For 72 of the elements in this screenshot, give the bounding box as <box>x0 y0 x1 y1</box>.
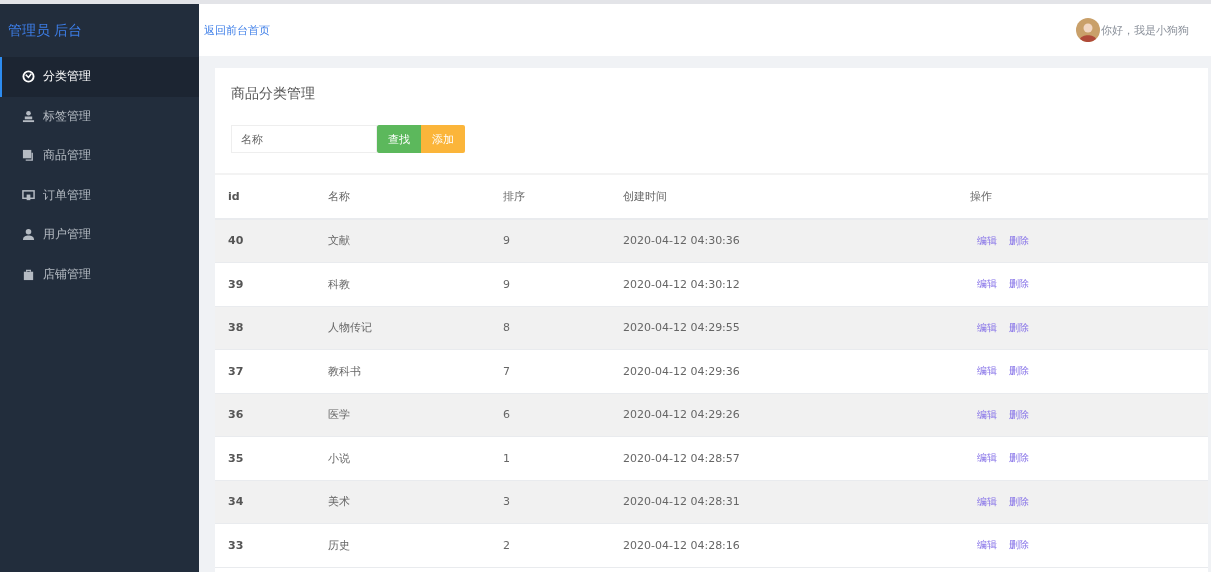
delete-link[interactable]: 删除 <box>1009 320 1029 335</box>
table-cell-text: 人物传记 <box>328 320 373 336</box>
delete-link[interactable]: 删除 <box>1009 407 1029 422</box>
table-cell-text: 1 <box>503 451 511 465</box>
edit-link[interactable]: 编辑 <box>977 494 997 509</box>
refresh-icon <box>22 70 35 84</box>
table-cell-text: 2020-04-12 04:28:31 <box>623 495 741 509</box>
table-cell-text: 33 <box>227 538 245 552</box>
table-cell-text: 2020-04-12 04:29:55 <box>623 321 741 335</box>
table-cell-text: 文献 <box>328 233 351 249</box>
person-icon <box>22 109 35 123</box>
copy-icon <box>22 149 35 163</box>
table-cell-text: 2 <box>503 538 511 552</box>
column-header: 名称 <box>328 188 351 204</box>
edit-link[interactable]: 编辑 <box>977 451 997 466</box>
brand-title: 管理员 后台 <box>7 21 84 40</box>
delete-link[interactable]: 删除 <box>1009 451 1029 466</box>
edit-link[interactable]: 编辑 <box>977 538 997 553</box>
sidebar-item[interactable]: 标签管理 <box>0 96 199 136</box>
edit-link[interactable]: 编辑 <box>977 277 997 292</box>
monitor-icon <box>22 188 35 202</box>
edit-link[interactable]: 编辑 <box>977 320 997 335</box>
table-cell-text: 35 <box>227 451 245 465</box>
home-link[interactable]: 返回前台首页 <box>204 22 270 38</box>
table-cell-text: 小说 <box>328 450 351 466</box>
table-cell-text: 医学 <box>328 407 351 423</box>
table-cell-text: 3 <box>503 495 511 509</box>
card-title: 商品分类管理 <box>230 84 316 103</box>
table-cell-text: 2020-04-12 04:30:36 <box>623 234 741 248</box>
column-header: 创建时间 <box>623 188 668 204</box>
table-cell-text: 2020-04-12 04:29:36 <box>623 364 741 378</box>
column-header: 操作 <box>970 188 992 204</box>
sidebar-item[interactable]: 订单管理 <box>0 175 199 215</box>
table-cell-text: 2020-04-12 04:30:12 <box>623 277 741 291</box>
table-cell-text: 34 <box>227 495 245 509</box>
table-cell-text: 2020-04-12 04:28:57 <box>623 451 741 465</box>
table-cell-text: 历史 <box>328 537 351 553</box>
table-cell-text: 2020-04-12 04:29:26 <box>623 408 741 422</box>
table-cell-text: 9 <box>503 234 511 248</box>
edit-link[interactable]: 编辑 <box>977 233 997 248</box>
column-header: id <box>227 189 241 203</box>
greeting-text: 你好，我是小狗狗 <box>1101 22 1189 38</box>
delete-link[interactable]: 删除 <box>1009 538 1029 553</box>
sidebar-item[interactable]: 店铺管理 <box>0 254 199 294</box>
avatar-icon <box>1076 18 1100 42</box>
delete-link[interactable]: 删除 <box>1009 233 1029 248</box>
sidebar-item[interactable]: 用户管理 <box>0 215 199 255</box>
name-search-field[interactable]: 名称 <box>231 125 377 153</box>
table-cell-text: 36 <box>227 408 245 422</box>
sidebar-item[interactable]: 商品管理 <box>0 136 199 176</box>
delete-link[interactable]: 删除 <box>1009 277 1029 292</box>
table-cell-text: 39 <box>227 277 245 291</box>
user-icon <box>22 228 35 242</box>
sidebar-item[interactable]: 分类管理 <box>0 57 199 97</box>
table-cell-text: 8 <box>503 321 511 335</box>
delete-link[interactable]: 删除 <box>1009 364 1029 379</box>
delete-link[interactable]: 删除 <box>1009 494 1029 509</box>
search-button[interactable]: 查找 <box>377 125 421 153</box>
table-cell-text: 40 <box>227 234 245 248</box>
table-cell-text: 7 <box>503 364 511 378</box>
edit-link[interactable]: 编辑 <box>977 407 997 422</box>
table-cell-text: 6 <box>503 408 511 422</box>
column-header: 排序 <box>503 188 526 204</box>
edit-link[interactable]: 编辑 <box>977 364 997 379</box>
table-cell-text: 教科书 <box>328 363 362 379</box>
table-cell-text: 9 <box>503 277 511 291</box>
table-cell-text: 科教 <box>328 276 351 292</box>
table-cell-text: 2020-04-12 04:28:16 <box>623 538 741 552</box>
table-cell-text: 37 <box>227 364 245 378</box>
bag-icon <box>22 267 35 281</box>
table-cell-text: 38 <box>227 321 245 335</box>
table-cell-text: 美术 <box>328 494 351 510</box>
